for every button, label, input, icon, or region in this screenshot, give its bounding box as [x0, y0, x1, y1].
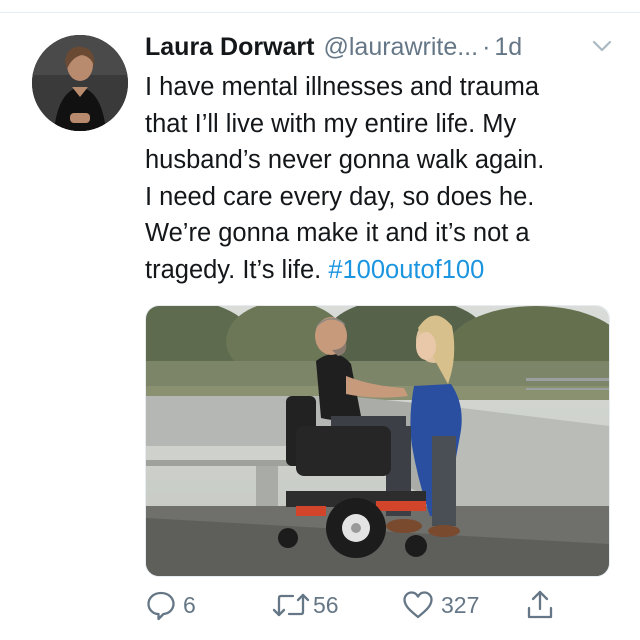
tweet-content: Laura Dorwart @laurawrite... · 1d I have… [145, 31, 615, 288]
top-divider [0, 0, 640, 13]
tweet-body: I have mental illnesses and trauma that … [145, 73, 545, 284]
author-name[interactable]: Laura Dorwart [145, 33, 314, 62]
retweet-icon [271, 589, 311, 621]
tweet-header: Laura Dorwart @laurawrite... · 1d [145, 31, 615, 63]
tweet-text: I have mental illnesses and trauma that … [145, 69, 615, 288]
separator-dot: · [482, 32, 491, 61]
reply-count: 6 [183, 591, 196, 618]
like-button[interactable]: 327 [401, 587, 479, 623]
tweet-photo[interactable] [145, 305, 610, 577]
photo-image [146, 306, 609, 576]
reply-icon [145, 589, 177, 621]
avatar[interactable] [32, 35, 128, 131]
retweet-button[interactable]: 56 [271, 587, 339, 623]
like-icon [401, 589, 435, 621]
reply-button[interactable]: 6 [145, 587, 196, 623]
share-button[interactable] [525, 587, 555, 623]
retweet-count: 56 [313, 591, 339, 618]
like-count: 327 [441, 591, 480, 618]
hashtag-link[interactable]: #100outof100 [328, 256, 484, 284]
timestamp[interactable]: 1d [494, 33, 522, 62]
chevron-down-icon[interactable] [589, 35, 615, 57]
author-handle[interactable]: @laurawrite... [323, 33, 478, 62]
tweet-actions: 6 56 327 [145, 587, 615, 623]
tweet[interactable]: Laura Dorwart @laurawrite... · 1d I have… [0, 13, 640, 640]
share-icon [525, 589, 555, 621]
